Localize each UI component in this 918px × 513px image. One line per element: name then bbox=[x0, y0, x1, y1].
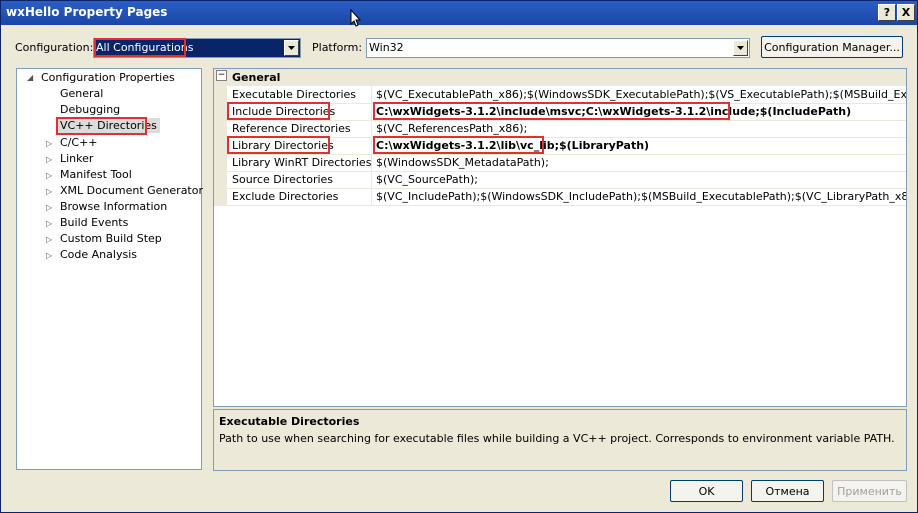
tree-item-linker[interactable]: Linker bbox=[60, 151, 93, 166]
row-name: Executable Directories bbox=[232, 88, 357, 101]
grid-category-label: General bbox=[232, 71, 281, 84]
platform-select[interactable]: Win32 bbox=[366, 38, 750, 58]
tree-item-browse-information[interactable]: Browse Information bbox=[60, 199, 167, 214]
configuration-highlight-box bbox=[94, 38, 186, 57]
column-divider bbox=[371, 154, 372, 171]
include-directories-value-highlight-box bbox=[373, 102, 730, 120]
configuration-label: Configuration: bbox=[15, 41, 94, 54]
include-directories-name-highlight-box bbox=[227, 102, 330, 120]
window-title: wxHello Property Pages bbox=[6, 5, 168, 19]
platform-label: Platform: bbox=[312, 41, 363, 54]
chevron-down-icon bbox=[288, 46, 295, 50]
grid-row[interactable]: Source Directories $(VC_SourcePath); bbox=[214, 171, 906, 189]
configuration-manager-button[interactable]: Configuration Manager... bbox=[761, 36, 903, 58]
property-tree: ◢ Configuration Properties General Debug… bbox=[16, 68, 203, 470]
column-divider bbox=[371, 120, 372, 137]
platform-dropdown-button[interactable] bbox=[733, 40, 748, 56]
collapse-icon[interactable]: ◢ bbox=[27, 73, 36, 82]
row-gutter bbox=[214, 137, 227, 154]
row-value[interactable]: $(VC_IncludePath);$(WindowsSDK_IncludePa… bbox=[376, 190, 906, 203]
tree-item-configuration-properties[interactable]: Configuration Properties bbox=[41, 70, 175, 85]
column-divider bbox=[371, 137, 372, 154]
chevron-down-icon bbox=[737, 46, 744, 50]
row-value[interactable]: $(VC_ExecutablePath_x86);$(WindowsSDK_Ex… bbox=[376, 88, 906, 101]
grid-row[interactable]: Exclude Directories $(VC_IncludePath);$(… bbox=[214, 188, 906, 206]
row-gutter bbox=[214, 188, 227, 205]
grid-row[interactable]: Library WinRT Directories $(WindowsSDK_M… bbox=[214, 154, 906, 172]
mouse-cursor-icon bbox=[350, 9, 362, 27]
row-name: Exclude Directories bbox=[232, 190, 339, 203]
column-divider bbox=[371, 171, 372, 188]
column-divider bbox=[371, 103, 372, 120]
expand-icon[interactable]: ▷ bbox=[46, 203, 55, 212]
tree-item-general[interactable]: General bbox=[60, 86, 103, 101]
collapse-icon[interactable]: − bbox=[216, 70, 227, 81]
apply-button[interactable]: Применить bbox=[832, 480, 907, 502]
tree-item-cpp[interactable]: C/C++ bbox=[60, 135, 98, 150]
platform-value: Win32 bbox=[369, 41, 404, 54]
ok-button[interactable]: OK bbox=[670, 480, 743, 502]
expand-icon[interactable]: ▷ bbox=[46, 187, 55, 196]
expand-icon[interactable]: ▷ bbox=[46, 139, 55, 148]
help-button[interactable]: ? bbox=[878, 4, 896, 21]
grid-category-header[interactable]: − General bbox=[214, 69, 906, 86]
title-bar: wxHello Property Pages ? X bbox=[1, 1, 917, 25]
property-pages-window: wxHello Property Pages ? X Configuration… bbox=[0, 0, 918, 513]
description-title: Executable Directories bbox=[219, 415, 360, 428]
library-directories-value-highlight-box bbox=[373, 136, 544, 154]
expand-icon[interactable]: ▷ bbox=[46, 219, 55, 228]
library-directories-name-highlight-box bbox=[227, 136, 330, 154]
row-name: Source Directories bbox=[232, 173, 334, 186]
description-text: Path to use when searching for executabl… bbox=[219, 432, 895, 445]
tree-item-xml-document-generator[interactable]: XML Document Generator bbox=[60, 183, 203, 198]
row-gutter bbox=[214, 86, 227, 103]
expand-icon[interactable]: ▷ bbox=[46, 155, 55, 164]
property-grid: − General Executable Directories $(VC_Ex… bbox=[213, 68, 907, 407]
configuration-dropdown-button[interactable] bbox=[284, 40, 299, 56]
close-button[interactable]: X bbox=[897, 4, 915, 21]
tree-item-debugging[interactable]: Debugging bbox=[60, 102, 120, 117]
tree-item-code-analysis[interactable]: Code Analysis bbox=[60, 247, 137, 262]
tree-item-manifest-tool[interactable]: Manifest Tool bbox=[60, 167, 132, 182]
description-panel: Executable Directories Path to use when … bbox=[213, 409, 907, 471]
tree-item-build-events[interactable]: Build Events bbox=[60, 215, 128, 230]
cancel-button[interactable]: Отмена bbox=[751, 480, 824, 502]
row-name: Library WinRT Directories bbox=[232, 156, 372, 169]
vc-directories-highlight-box bbox=[56, 117, 147, 135]
row-gutter bbox=[214, 103, 227, 120]
tree-item-custom-build-step[interactable]: Custom Build Step bbox=[60, 231, 162, 246]
row-gutter bbox=[214, 154, 227, 171]
row-name: Reference Directories bbox=[232, 122, 351, 135]
row-gutter bbox=[214, 171, 227, 188]
row-value[interactable]: $(VC_ReferencesPath_x86); bbox=[376, 122, 527, 135]
column-divider bbox=[371, 188, 372, 205]
row-value[interactable]: $(VC_SourcePath); bbox=[376, 173, 478, 186]
row-value[interactable]: $(WindowsSDK_MetadataPath); bbox=[376, 156, 549, 169]
column-divider bbox=[371, 86, 372, 103]
row-gutter bbox=[214, 120, 227, 137]
expand-icon[interactable]: ▷ bbox=[46, 251, 55, 260]
expand-icon[interactable]: ▷ bbox=[46, 171, 55, 180]
expand-icon[interactable]: ▷ bbox=[46, 235, 55, 244]
